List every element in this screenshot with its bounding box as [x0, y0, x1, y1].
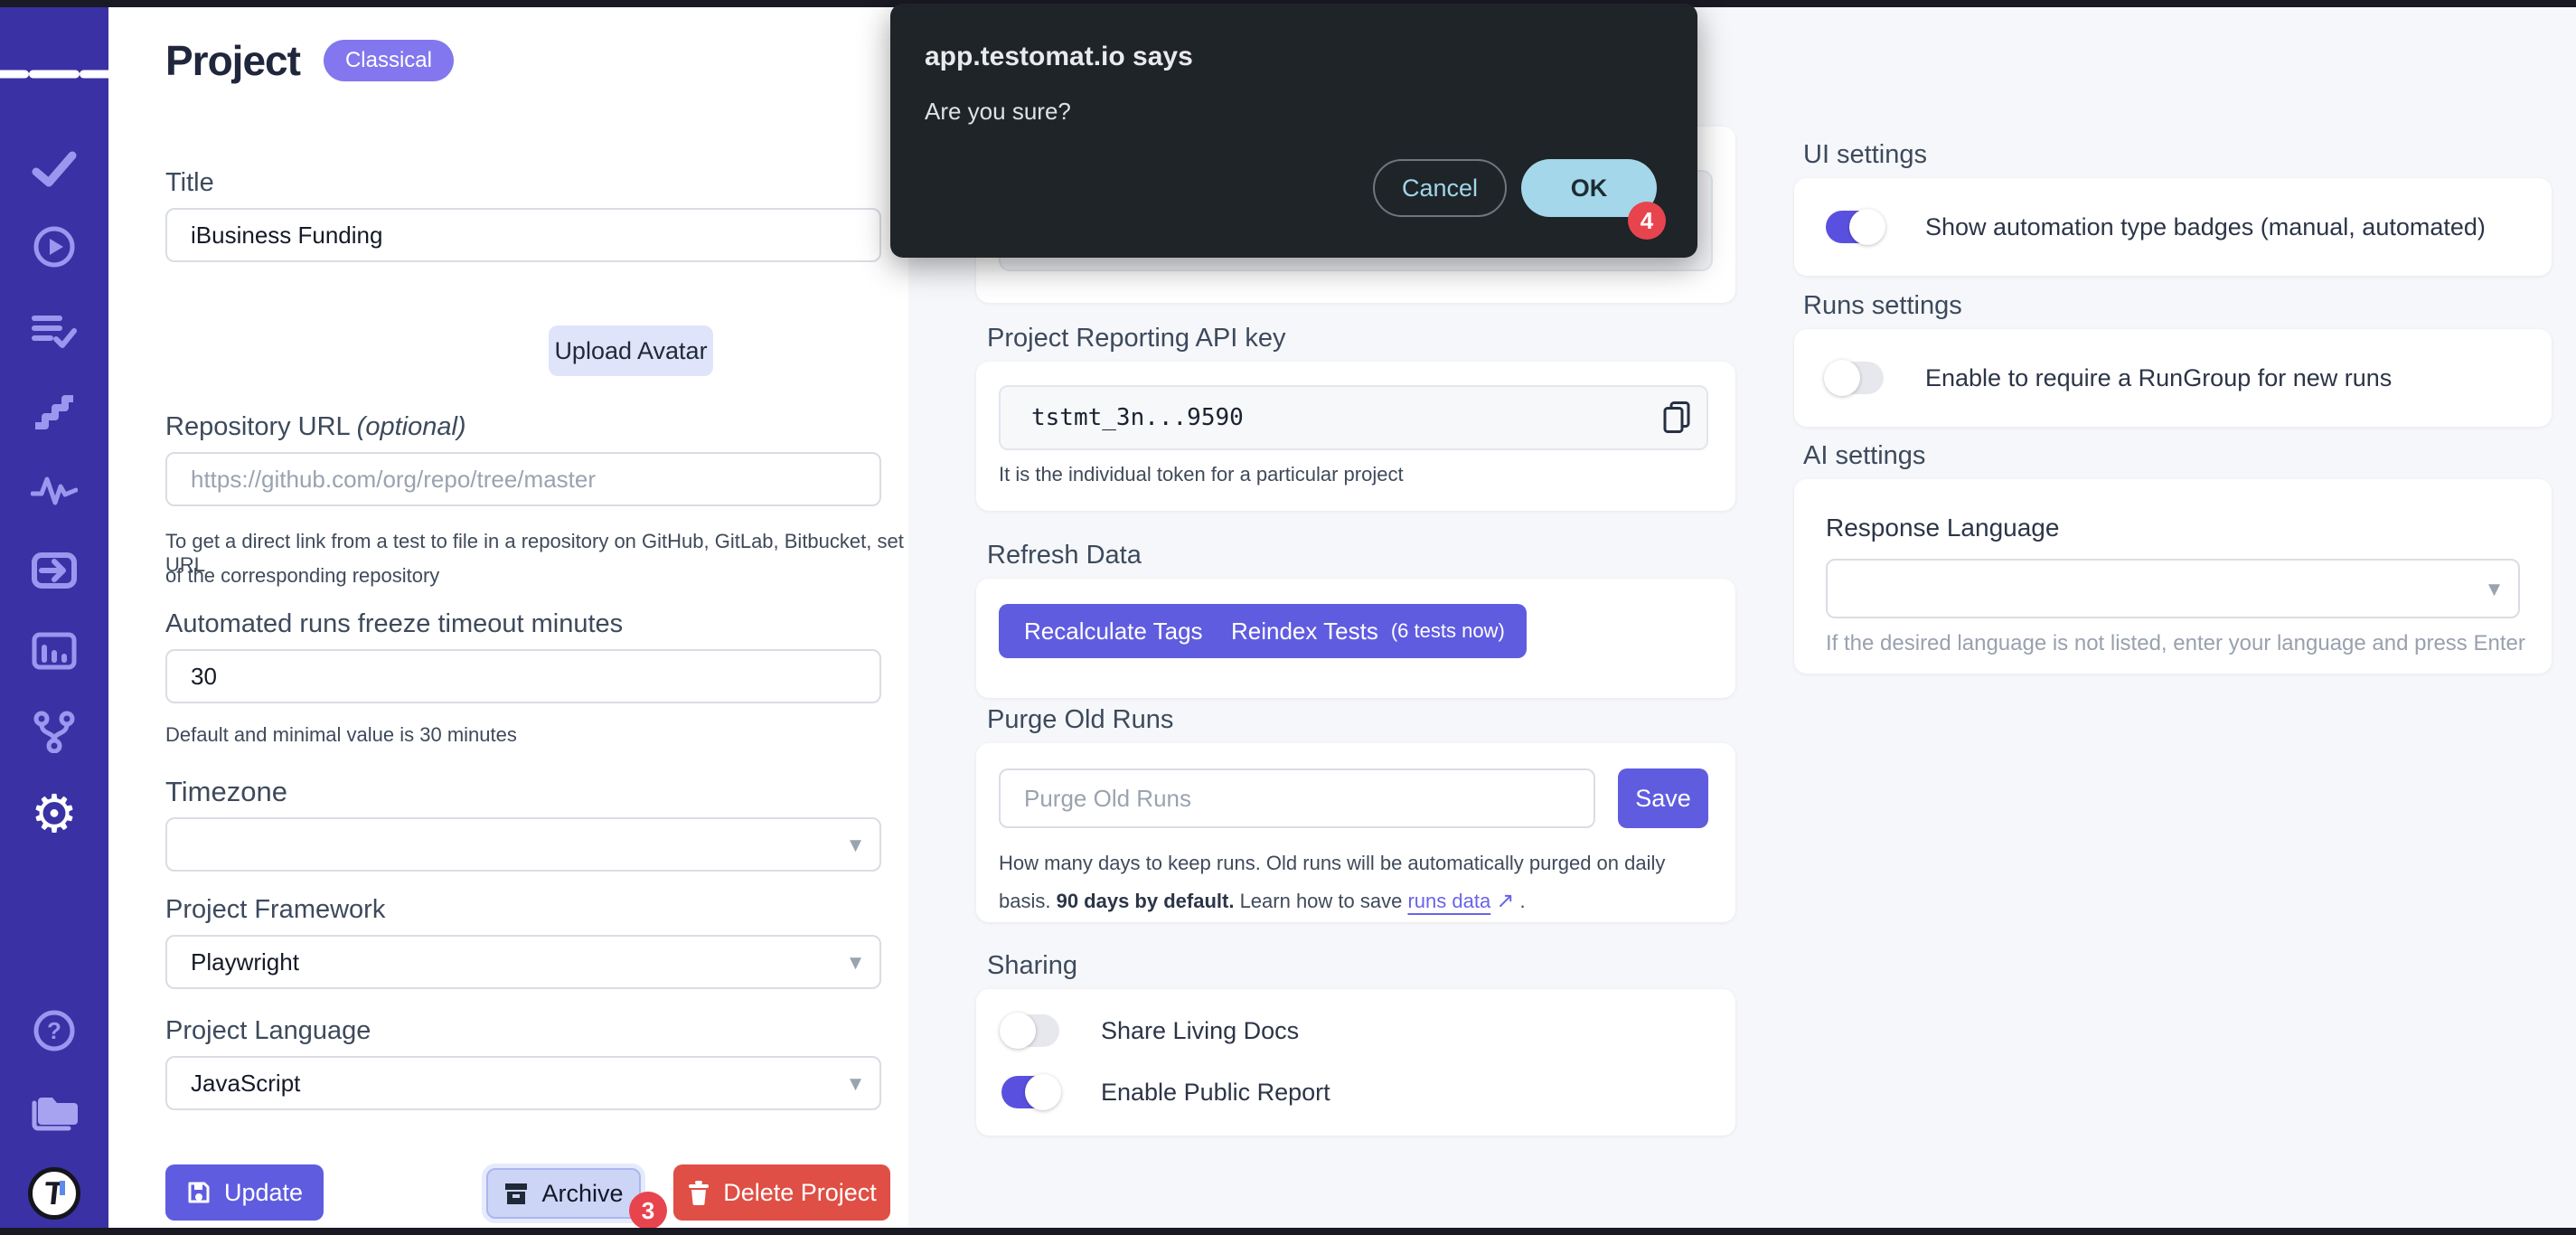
runs-data-link[interactable]: runs data [1407, 890, 1490, 912]
archive-button[interactable]: Archive [486, 1168, 641, 1219]
tests-check-icon[interactable] [31, 148, 78, 188]
import-box-icon[interactable] [31, 551, 78, 590]
delete-project-button[interactable]: Delete Project [673, 1164, 890, 1221]
chevron-down-icon: ▾ [850, 1070, 861, 1098]
purge-old-runs-input[interactable]: Purge Old Runs [999, 768, 1595, 828]
trash-icon [687, 1180, 710, 1205]
page-title: Project [165, 36, 300, 85]
update-button[interactable]: Update [165, 1164, 324, 1221]
api-key-card: tstmt_3n...9590 It is the individual tok… [976, 362, 1735, 511]
browser-confirm-dialog: app.testomat.io says Are you sure? Cance… [890, 4, 1697, 258]
response-language-select[interactable]: ▾ [1826, 559, 2520, 618]
ai-settings-heading: AI settings [1803, 441, 1925, 471]
upload-avatar-button[interactable]: Upload Avatar [549, 325, 713, 376]
rungroup-required-label: Enable to require a RunGroup for new run… [1925, 364, 2392, 392]
cancel-button[interactable]: Cancel [1373, 159, 1507, 217]
rungroup-required-toggle[interactable] [1826, 362, 1884, 394]
classical-badge: Classical [324, 40, 454, 81]
freeze-timeout-input[interactable]: 30 [165, 649, 881, 703]
save-icon [186, 1180, 212, 1205]
title-input[interactable]: iBusiness Funding [165, 208, 881, 262]
framework-select[interactable]: Playwright▾ [165, 935, 881, 989]
pulse-icon[interactable] [31, 472, 78, 508]
project-form-panel: Project Classical Title iBusiness Fundin… [108, 7, 908, 1228]
runs-checklist-icon[interactable] [31, 309, 78, 349]
api-key-help: It is the individual token for a particu… [999, 463, 1404, 486]
runs-settings-heading: Runs settings [1803, 291, 1962, 321]
copy-icon[interactable] [1661, 400, 1692, 437]
runs-settings-card: Enable to require a RunGroup for new run… [1794, 329, 2552, 427]
repository-url-label: Repository URL (optional) [165, 412, 466, 442]
ai-settings-card: Response Language ▾ If the desired langu… [1794, 479, 2552, 674]
window-bottom-edge [0, 1228, 2576, 1235]
sharing-card: Share Living Docs Enable Public Report [976, 989, 1735, 1136]
refresh-data-card: Recalculate Tags Reindex Tests (6 tests … [976, 579, 1735, 698]
language-label: Project Language [165, 1016, 371, 1046]
chevron-down-icon: ▾ [2488, 575, 2500, 603]
user-avatar[interactable]: T [28, 1167, 80, 1220]
api-key-field[interactable]: tstmt_3n...9590 [999, 385, 1708, 450]
purge-help: How many days to keep runs. Old runs wil… [999, 844, 1713, 920]
hamburger-menu-icon[interactable] [0, 64, 130, 85]
enable-public-report-toggle[interactable] [1001, 1076, 1059, 1108]
sidebar: ⚙ ? T [0, 7, 108, 1228]
freeze-timeout-label: Automated runs freeze timeout minutes [165, 609, 623, 639]
share-living-docs-toggle[interactable] [1001, 1014, 1059, 1047]
save-button[interactable]: Save [1618, 768, 1708, 828]
play-circle-icon[interactable] [32, 224, 77, 269]
external-link-icon: ↗ [1496, 889, 1514, 913]
repository-help-line2: of the corresponding repository [165, 564, 439, 588]
refresh-data-heading: Refresh Data [987, 541, 1142, 570]
timezone-label: Timezone [165, 776, 287, 808]
analytics-chart-icon[interactable] [31, 631, 78, 671]
enable-public-report-label: Enable Public Report [1101, 1079, 1330, 1107]
title-label: Title [165, 168, 214, 198]
purge-old-runs-card: Purge Old Runs Save How many days to kee… [976, 743, 1735, 922]
svg-text:?: ? [47, 1017, 61, 1044]
dialog-title: app.testomat.io says [925, 42, 1193, 72]
repository-url-input[interactable]: https://github.com/org/repo/tree/master [165, 452, 881, 506]
api-key-label: Project Reporting API key [987, 324, 1285, 354]
steps-icon[interactable] [32, 390, 77, 429]
language-select[interactable]: JavaScript▾ [165, 1056, 881, 1110]
reindex-tests-button[interactable]: Reindex Tests (6 tests now) [1209, 604, 1527, 658]
ok-count-badge: 4 [1628, 202, 1666, 240]
recalculate-tags-button[interactable]: Recalculate Tags [999, 604, 1228, 658]
ai-help-text: If the desired language is not listed, e… [1826, 631, 2525, 656]
branches-icon[interactable] [31, 710, 78, 753]
automation-badges-label: Show automation type badges (manual, aut… [1925, 213, 2486, 241]
chevron-down-icon: ▾ [850, 948, 861, 976]
purge-old-runs-heading: Purge Old Runs [987, 705, 1173, 735]
archive-count-badge: 3 [629, 1192, 667, 1230]
response-language-label: Response Language [1826, 514, 2059, 542]
dialog-message: Are you sure? [925, 98, 1071, 126]
ui-settings-card: Show automation type badges (manual, aut… [1794, 178, 2552, 276]
settings-gear-icon[interactable]: ⚙ [31, 787, 78, 840]
projects-folders-icon[interactable] [29, 1090, 80, 1132]
timezone-select[interactable]: ▾ [165, 817, 881, 872]
framework-label: Project Framework [165, 895, 385, 925]
archive-box-icon [503, 1181, 529, 1206]
sharing-heading: Sharing [987, 951, 1077, 981]
automation-badges-toggle[interactable] [1826, 211, 1884, 243]
freeze-timeout-help: Default and minimal value is 30 minutes [165, 723, 517, 747]
help-icon[interactable]: ? [32, 1008, 77, 1053]
share-living-docs-label: Share Living Docs [1101, 1017, 1299, 1045]
chevron-down-icon: ▾ [850, 831, 861, 859]
ui-settings-heading: UI settings [1803, 140, 1927, 170]
